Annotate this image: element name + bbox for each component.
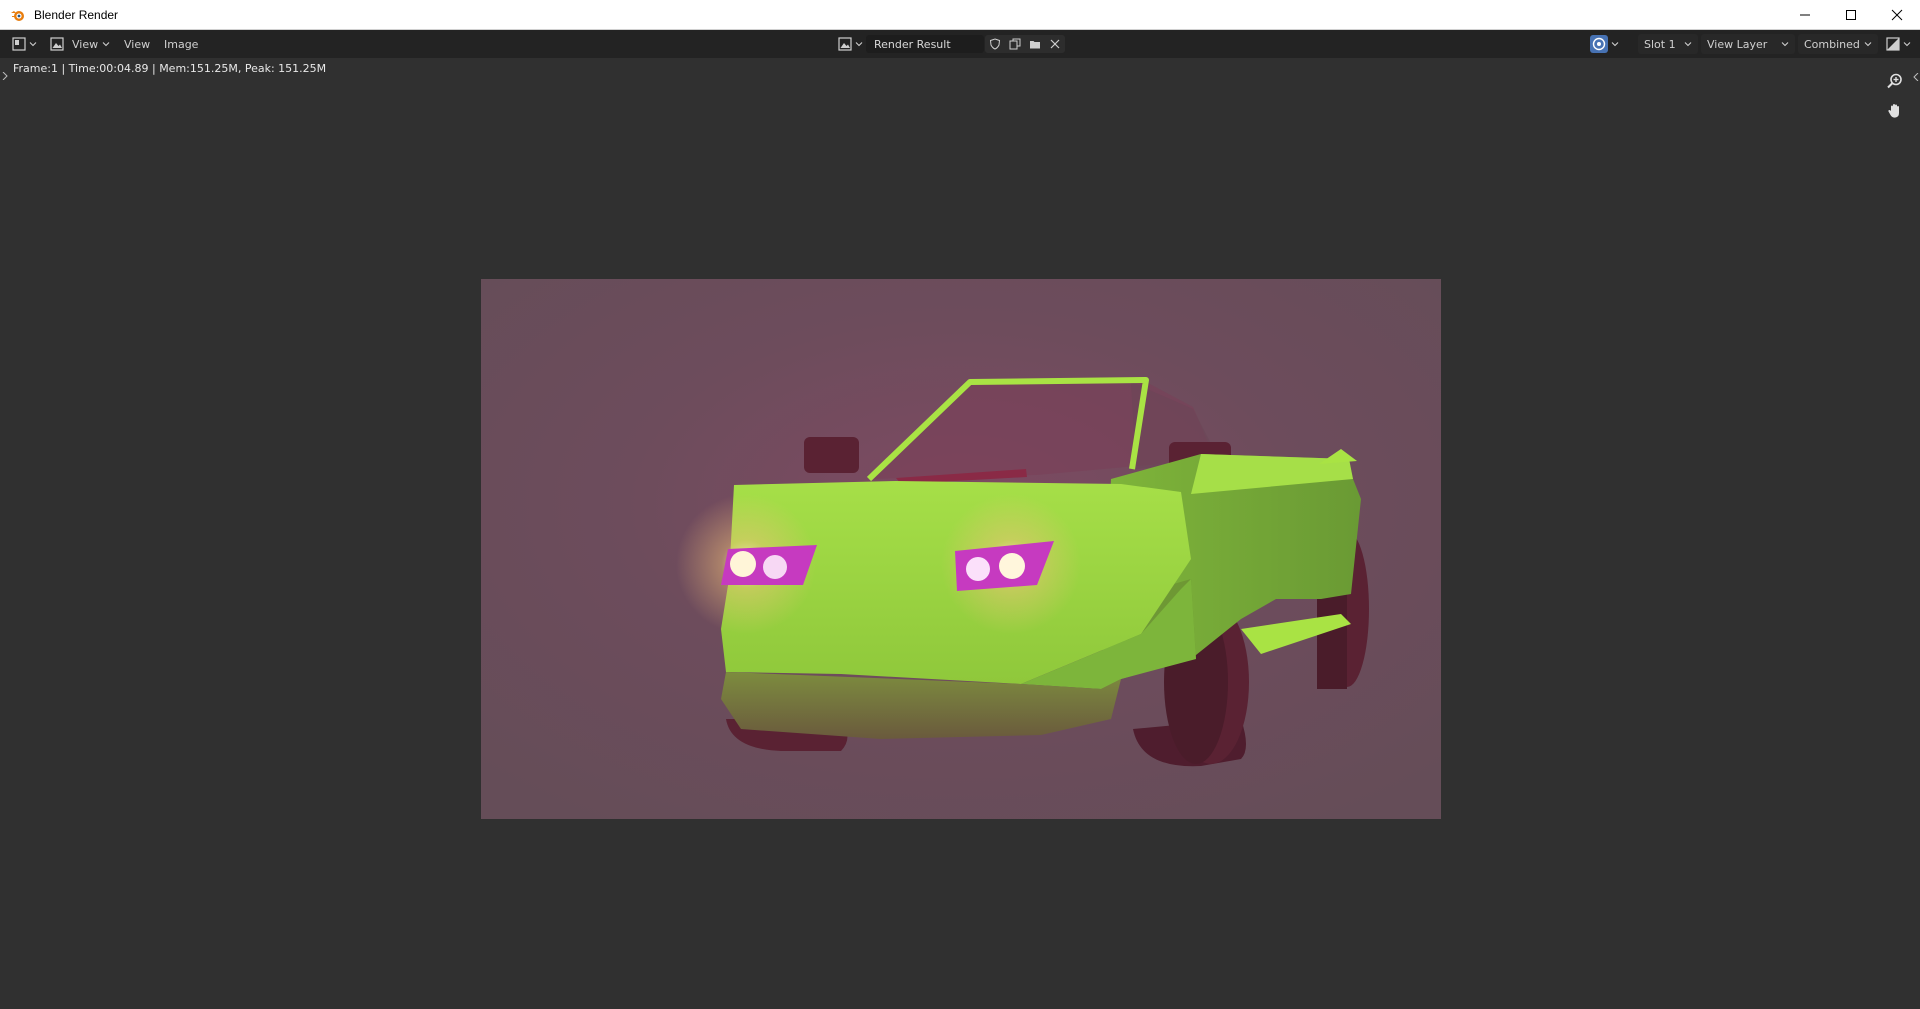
chevron-down-icon xyxy=(1781,42,1789,47)
render-result-canvas xyxy=(481,279,1441,819)
maximize-button[interactable] xyxy=(1828,0,1874,30)
chevron-down-icon xyxy=(29,42,37,47)
view-menu-label: View xyxy=(124,37,151,51)
view-menu[interactable]: View xyxy=(118,34,156,54)
image-browse-icon xyxy=(838,37,852,51)
view-mode-label: View xyxy=(72,37,99,51)
display-channels-button[interactable] xyxy=(1590,34,1619,54)
render-result-image xyxy=(481,279,1441,819)
chevron-down-icon xyxy=(102,42,110,47)
color-channels-button[interactable] xyxy=(1886,34,1911,54)
image-editor-header: View View Image Render Result Slot 1 Vie… xyxy=(0,30,1920,58)
sidebar-toggle-arrow-icon[interactable] xyxy=(1913,73,1919,81)
view-layer-label: View Layer xyxy=(1707,37,1768,51)
window-title: Blender Render xyxy=(34,7,119,22)
duplicate-icon xyxy=(1009,38,1021,50)
chevron-down-icon xyxy=(1684,42,1692,47)
image-editor-icon xyxy=(12,37,26,51)
mode-icon-button[interactable] xyxy=(50,34,64,54)
open-folder-icon xyxy=(1030,41,1040,49)
editor-type-button[interactable] xyxy=(12,34,37,54)
blender-logo-icon xyxy=(11,10,24,21)
color-channels-icon xyxy=(1886,37,1900,51)
chevron-down-icon xyxy=(1864,42,1872,47)
fake-user-shield-icon xyxy=(989,38,1001,50)
render-stats-text: Frame:1 | Time:00:04.89 | Mem:151.25M, P… xyxy=(13,62,327,75)
display-channels-icon xyxy=(1590,35,1608,53)
render-pass-dropdown[interactable]: Combined xyxy=(1798,34,1878,54)
left-mirror xyxy=(804,437,859,473)
image-menu[interactable]: Image xyxy=(158,34,204,54)
toolbar-toggle-arrow-icon[interactable] xyxy=(2,72,8,80)
unlink-image-button[interactable] xyxy=(1045,35,1065,53)
hand-pan-icon xyxy=(1888,104,1899,118)
slot-dropdown[interactable]: Slot 1 xyxy=(1638,34,1698,54)
fake-user-button[interactable] xyxy=(985,35,1005,53)
render-pass-label: Combined xyxy=(1804,37,1860,51)
window-controls xyxy=(1782,0,1920,30)
image-browse-button[interactable] xyxy=(838,34,863,54)
duplicate-image-button[interactable] xyxy=(1005,35,1025,53)
slot-label: Slot 1 xyxy=(1644,37,1676,51)
chevron-down-icon xyxy=(1903,42,1911,47)
chevron-down-icon xyxy=(855,42,863,47)
close-icon xyxy=(1891,9,1903,21)
chevron-down-icon xyxy=(1611,42,1619,47)
zoom-button[interactable] xyxy=(1882,68,1908,94)
view-layer-dropdown[interactable]: View Layer xyxy=(1701,34,1795,54)
image-tools xyxy=(985,35,1065,53)
image-mode-icon xyxy=(50,37,64,51)
open-image-button[interactable] xyxy=(1025,35,1045,53)
close-icon xyxy=(1050,39,1060,49)
minimize-icon xyxy=(1800,14,1810,16)
zoom-icon xyxy=(1887,73,1902,89)
pan-button[interactable] xyxy=(1882,98,1908,124)
close-window-button[interactable] xyxy=(1874,0,1920,30)
minimize-button[interactable] xyxy=(1782,0,1828,30)
image-menu-label: Image xyxy=(164,37,199,51)
window-titlebar: Blender Render xyxy=(0,0,1920,30)
maximize-icon xyxy=(1846,10,1856,20)
image-name-field[interactable]: Render Result xyxy=(866,35,984,53)
view-mode-dropdown[interactable]: View xyxy=(66,34,110,54)
